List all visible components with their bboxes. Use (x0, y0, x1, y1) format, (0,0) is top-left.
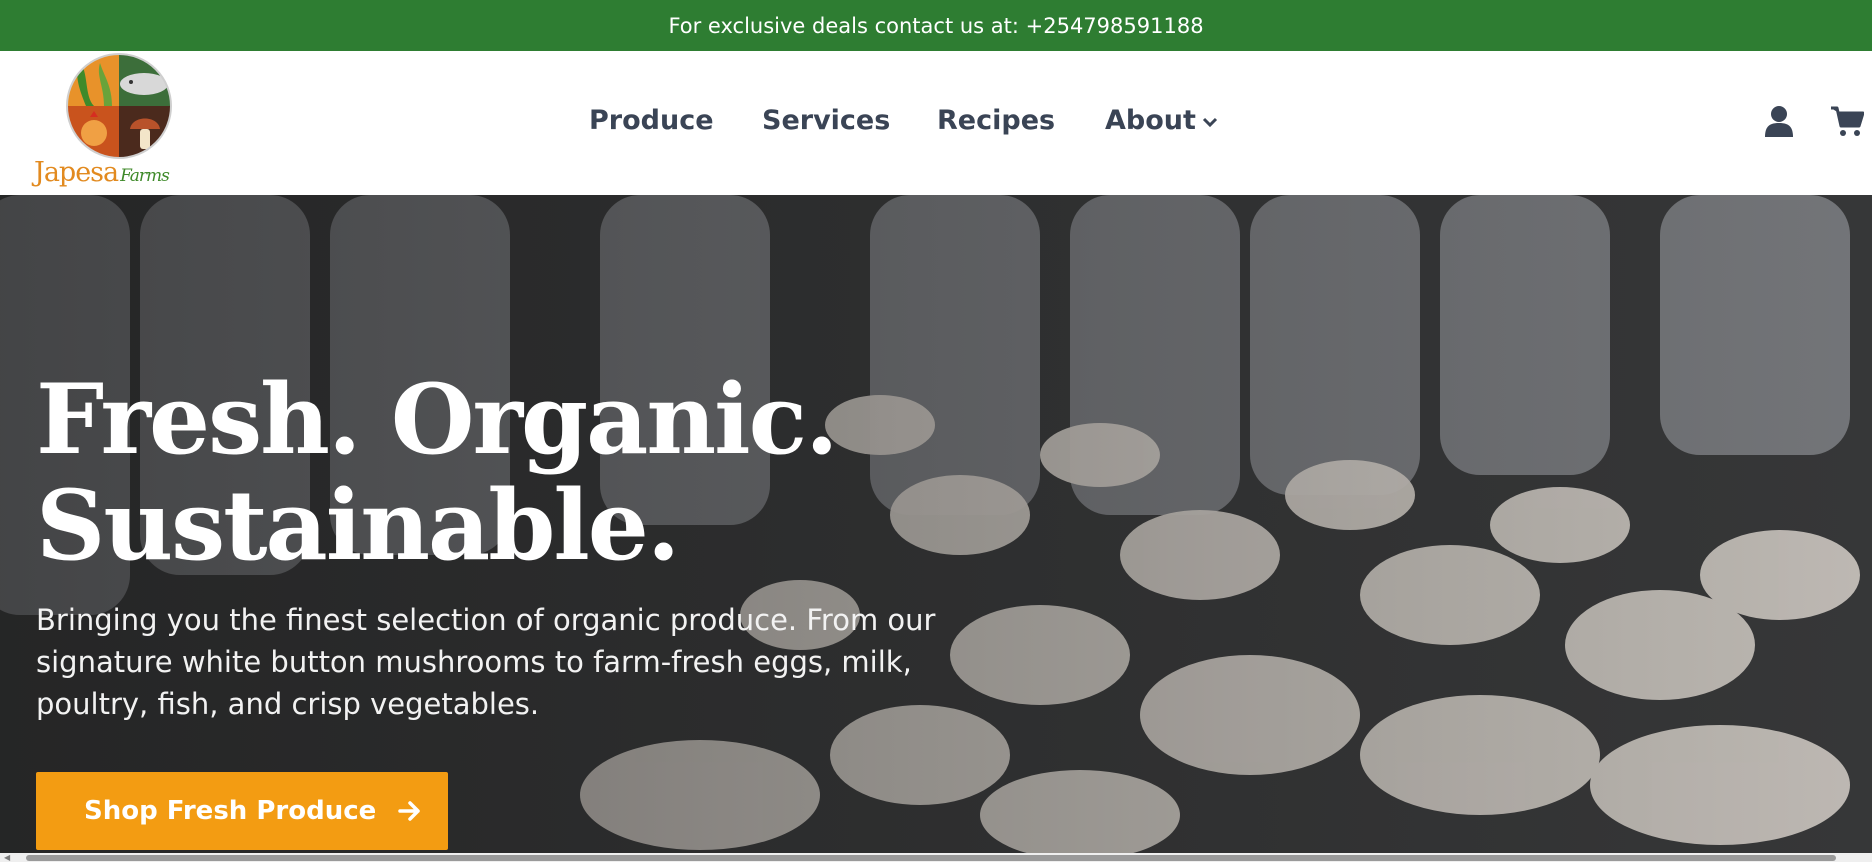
horizontal-scrollbar[interactable]: ◀ (0, 853, 1872, 862)
site-header: Japesa Farms Produce Services Recipes Abo… (0, 51, 1872, 195)
cart-icon[interactable] (1830, 105, 1865, 141)
nav-item-produce[interactable]: Produce (589, 105, 714, 136)
nav-item-services[interactable]: Services (762, 105, 890, 136)
nav-item-about-label: About (1105, 105, 1196, 136)
hero-title-line-1: Fresh. Organic. (36, 363, 838, 476)
promo-text: For exclusive deals contact us at: +2547… (668, 13, 1204, 38)
arrow-right-icon (398, 801, 421, 821)
nav-item-recipes[interactable]: Recipes (937, 105, 1055, 136)
hero-banner: Fresh. Organic. Sustainable. Bringing yo… (0, 195, 1872, 862)
main-nav: Produce Services Recipes About (0, 105, 1872, 145)
shop-fresh-produce-button[interactable]: Shop Fresh Produce (36, 772, 448, 850)
promo-bar: For exclusive deals contact us at: +2547… (0, 0, 1872, 51)
user-icon[interactable] (1764, 105, 1794, 141)
cta-label: Shop Fresh Produce (84, 796, 377, 826)
logo-wordmark: Japesa Farms (34, 157, 170, 188)
hero-title-line-2: Sustainable. (36, 469, 680, 582)
logo-word-secondary: Farms (120, 166, 170, 186)
nav-item-about[interactable]: About (1105, 105, 1218, 136)
scrollbar-thumb[interactable] (26, 855, 1836, 861)
hero-subtitle: Bringing you the finest selection of org… (36, 603, 936, 721)
logo-word-primary: Japesa (34, 157, 119, 188)
hero-title: Fresh. Organic. Sustainable. (36, 363, 838, 582)
scroll-left-icon[interactable]: ◀ (4, 853, 10, 862)
chevron-down-icon (1202, 117, 1217, 127)
